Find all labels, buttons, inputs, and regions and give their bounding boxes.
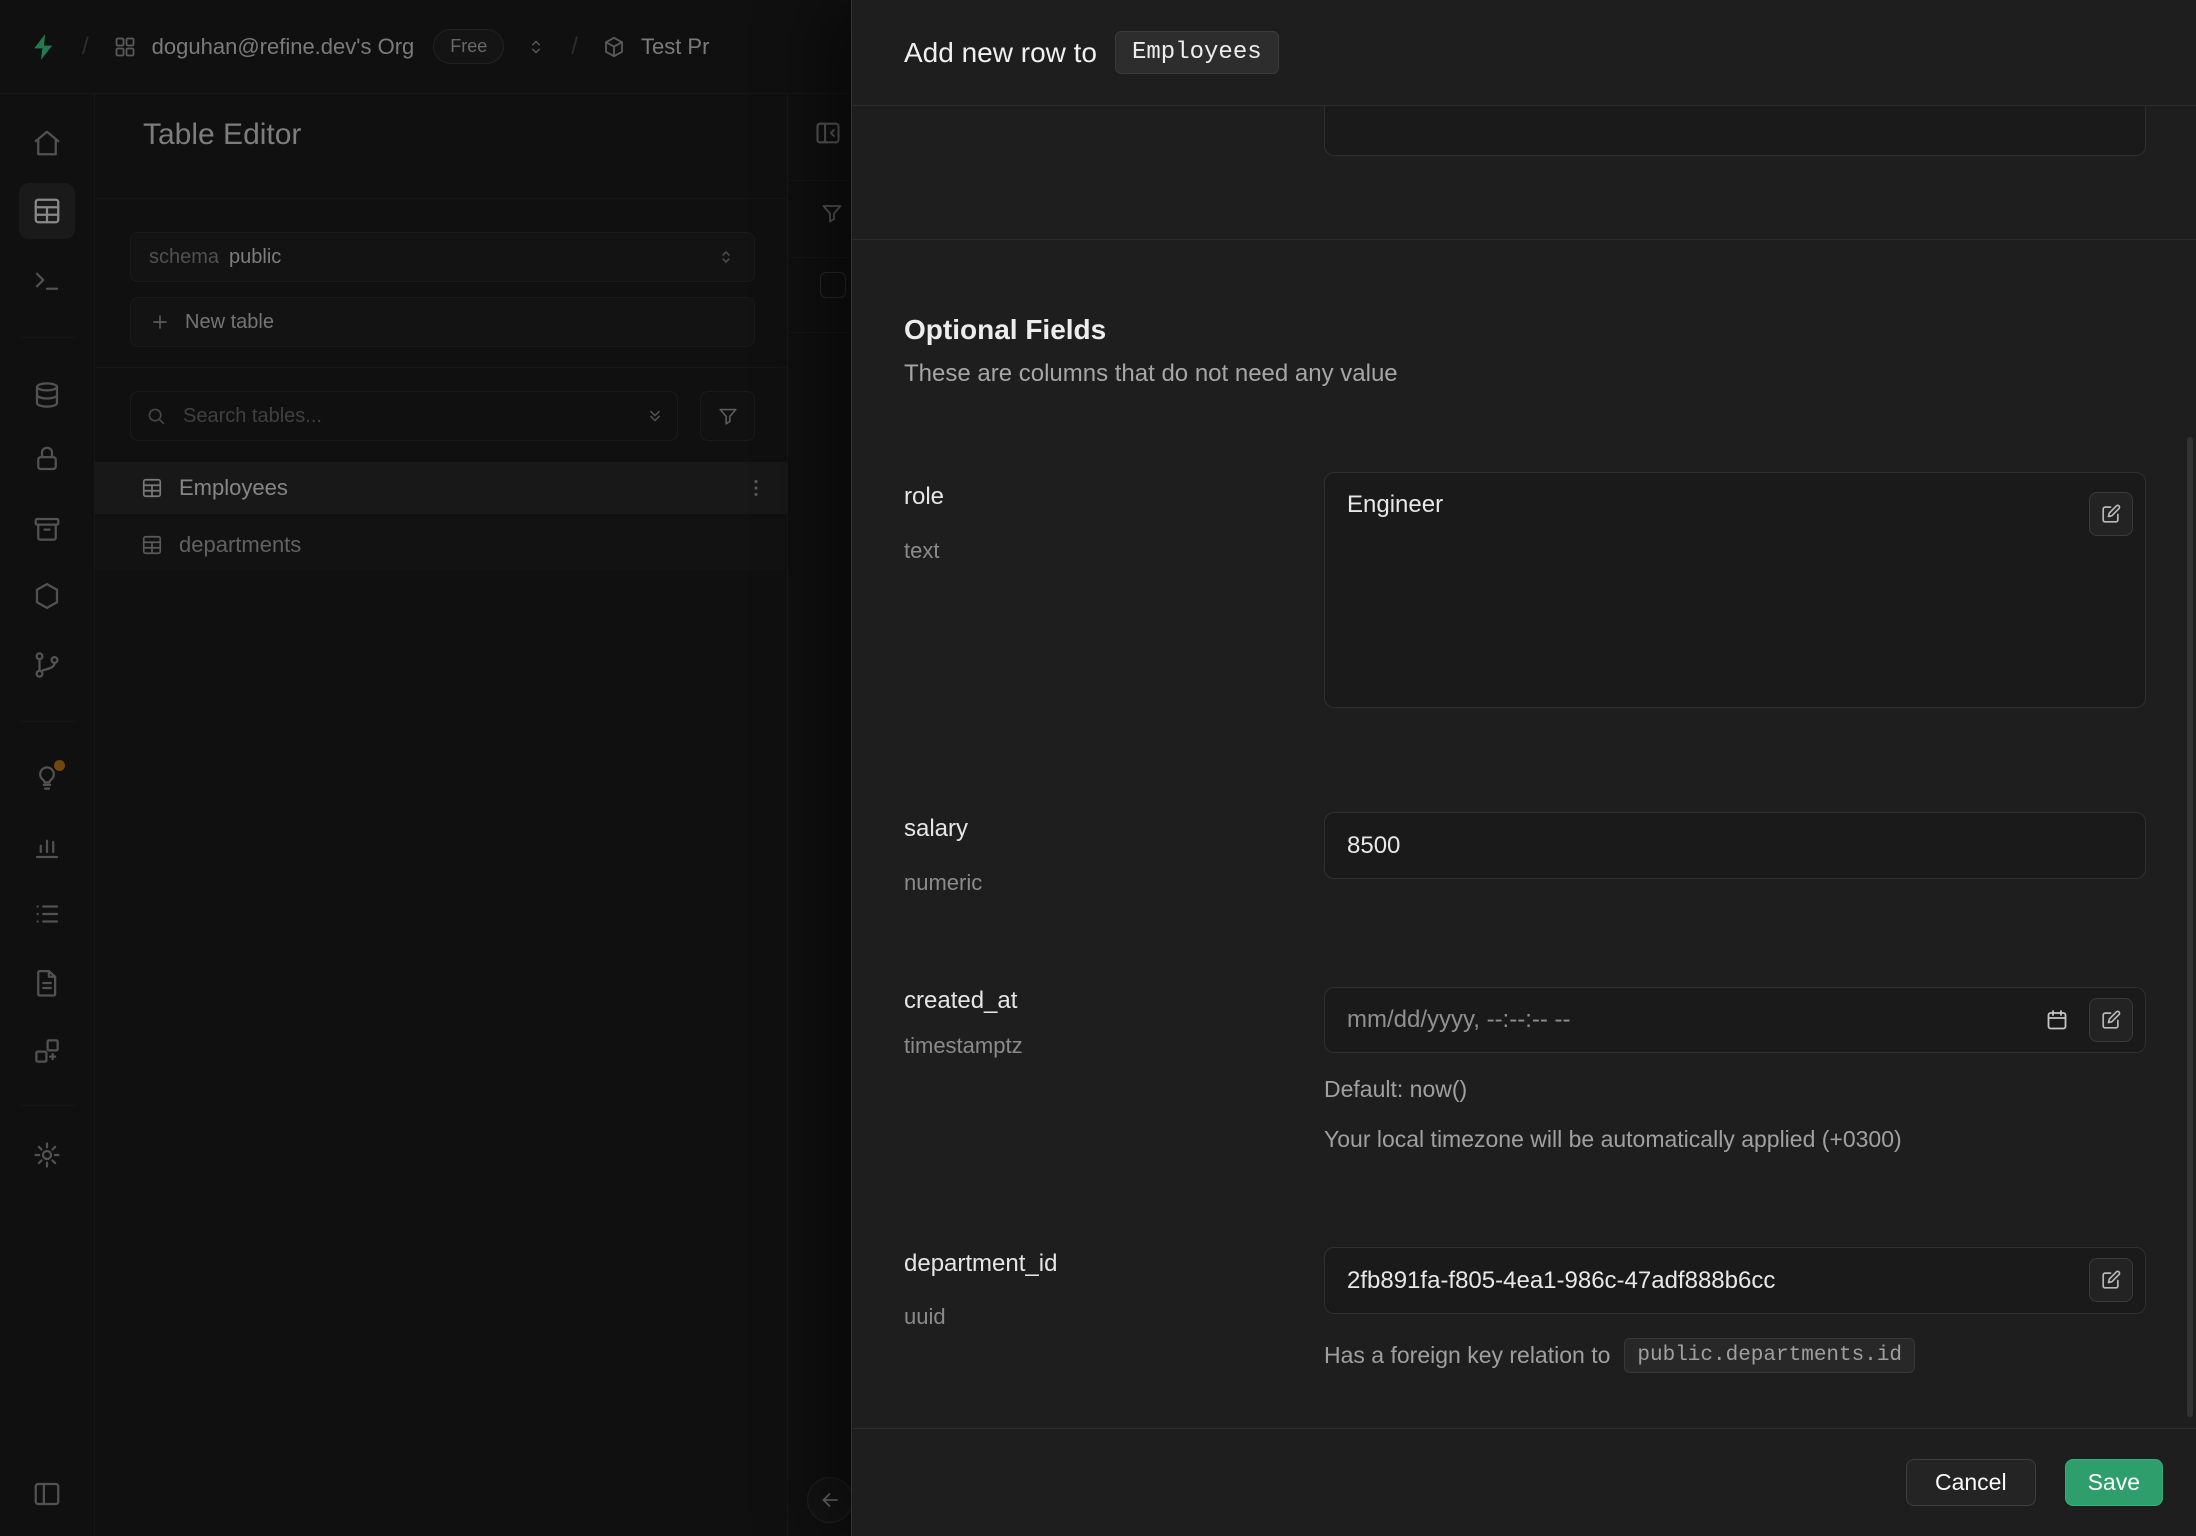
field-type-department-id: uuid [904, 1304, 946, 1330]
field-label-created-at: created_at [904, 987, 1017, 1015]
optional-fields-subtitle: These are columns that do not need any v… [904, 360, 1398, 388]
app: / doguhan@refine.dev's Org Free / Test P… [0, 0, 2196, 1536]
field-type-salary: numeric [904, 870, 982, 896]
datetime-placeholder: mm/dd/yyyy, --:--:-- -- [1347, 1006, 1571, 1034]
role-expand-editor-button[interactable] [2089, 492, 2133, 536]
field-label-salary: salary [904, 815, 968, 843]
foreign-key-target-chip: public.departments.id [1624, 1338, 1915, 1373]
edit-icon [2100, 1269, 2122, 1291]
cancel-button[interactable]: Cancel [1906, 1459, 2036, 1506]
created-at-default-help: Default: now() [1324, 1076, 1467, 1103]
field-label-role: role [904, 483, 944, 511]
foreign-key-help-text: Has a foreign key relation to [1324, 1342, 1610, 1369]
drawer-header: Add new row to Employees [852, 0, 2196, 106]
divider [852, 239, 2196, 240]
created-at-expand-editor-button[interactable] [2089, 998, 2133, 1042]
add-row-drawer: Add new row to Employees Optional Fields… [851, 0, 2196, 1536]
drawer-body: Optional Fields These are columns that d… [852, 106, 2196, 1428]
created-at-input[interactable]: mm/dd/yyyy, --:--:-- -- [1324, 987, 2146, 1053]
department-id-select-record-button[interactable] [2089, 1258, 2133, 1302]
foreign-key-help: Has a foreign key relation to public.dep… [1324, 1338, 1915, 1373]
role-input[interactable]: Engineer [1324, 472, 2146, 708]
field-type-created-at: timestamptz [904, 1033, 1023, 1059]
field-type-role: text [904, 538, 939, 564]
table-name-chip: Employees [1115, 31, 1279, 74]
field-label-department-id: department_id [904, 1250, 1057, 1278]
save-button[interactable]: Save [2065, 1459, 2163, 1506]
scrollbar[interactable] [2187, 437, 2193, 1417]
drawer-footer: Cancel Save [852, 1428, 2196, 1536]
optional-fields-title: Optional Fields [904, 314, 1106, 346]
edit-icon [2100, 503, 2122, 525]
previous-field-input[interactable] [1324, 106, 2146, 156]
edit-icon [2100, 1009, 2122, 1031]
created-at-timezone-help: Your local timezone will be automaticall… [1324, 1126, 1902, 1153]
department-id-input[interactable] [1324, 1247, 2146, 1314]
calendar-icon[interactable] [2045, 1008, 2069, 1032]
drawer-title: Add new row to [904, 37, 1097, 69]
salary-input[interactable] [1324, 812, 2146, 879]
